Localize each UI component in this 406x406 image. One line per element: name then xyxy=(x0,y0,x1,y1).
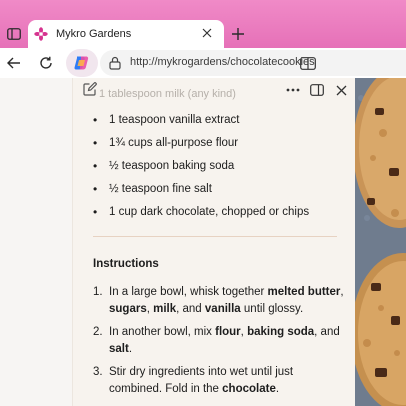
step-text: Stir dry ingredients into wet until just… xyxy=(109,366,294,395)
instructions-list: 1. In a large bowl, whisk together melted… xyxy=(93,284,345,404)
list-item: • ½ teaspoon fine salt xyxy=(93,181,212,196)
instruction-step: 3. Stir dry ingredients into wet until ju… xyxy=(93,364,345,398)
step-number: 3. xyxy=(93,366,103,378)
list-item: • 1¾ cups all-purpose flour xyxy=(93,135,239,150)
tab-strip: Mykro Gardens xyxy=(0,0,406,48)
split-view-icon[interactable] xyxy=(309,82,325,98)
plus-icon xyxy=(232,28,244,40)
step-number: 2. xyxy=(93,326,103,338)
back-arrow-icon xyxy=(7,57,20,69)
close-icon[interactable] xyxy=(200,26,214,40)
cookie-photo xyxy=(353,78,406,406)
flower-icon xyxy=(34,27,48,41)
ingredients-list: • 1 teaspoon vanilla extract • 1¾ cups all… xyxy=(93,108,343,223)
step-text: In a large bowl, whisk together melted b… xyxy=(109,286,344,315)
instruction-step: 1. In a large bowl, whisk together melted… xyxy=(93,284,345,318)
ingredient-text: ½ teaspoon fine salt xyxy=(109,182,212,195)
refresh-button[interactable] xyxy=(36,53,56,73)
lock-icon xyxy=(108,55,122,71)
navigation-toolbar: http://mykrogardens/chocolatecookies xyxy=(0,48,406,79)
list-item: • 1 cup dark chocolate, chopped or chips xyxy=(93,204,310,219)
copilot-icon xyxy=(74,56,89,70)
reader-mode-icon[interactable] xyxy=(300,56,316,70)
copilot-button[interactable] xyxy=(66,49,98,77)
close-icon[interactable] xyxy=(333,82,349,98)
faded-ingredient: 1 tablespoon milk (any kind) xyxy=(99,88,236,100)
refresh-icon xyxy=(40,56,52,69)
ingredient-text: 1 teaspoon vanilla extract xyxy=(109,113,240,126)
copilot-panel: 1 tablespoon milk (any kind) • 1 teaspoon… xyxy=(72,78,355,406)
sidebar-icon xyxy=(7,28,21,40)
new-tab-button[interactable] xyxy=(228,24,248,44)
instruction-step: 2. In another bowl, mix flour, baking sod… xyxy=(93,324,345,358)
list-item: • 1 teaspoon vanilla extract xyxy=(93,112,240,127)
step-text: In another bowl, mix flour, baking soda,… xyxy=(109,326,340,355)
tab-title: Mykro Gardens xyxy=(56,28,132,40)
step-number: 1. xyxy=(93,286,103,298)
ingredient-text: 1¾ cups all-purpose flour xyxy=(109,136,239,149)
url-text: http://mykrogardens/chocolatecookies xyxy=(130,56,315,68)
edit-icon[interactable] xyxy=(83,82,99,98)
divider xyxy=(93,236,337,237)
instructions-heading: Instructions xyxy=(93,258,159,270)
ingredient-text: ½ teaspoon baking soda xyxy=(109,159,235,172)
list-item: • ½ teaspoon baking soda xyxy=(93,158,235,173)
back-button[interactable] xyxy=(4,53,24,73)
more-icon[interactable] xyxy=(285,82,301,98)
browser-tab[interactable]: Mykro Gardens xyxy=(28,20,224,48)
ingredient-text: 1 cup dark chocolate, chopped or chips xyxy=(109,205,310,218)
sidebar-toggle-button[interactable] xyxy=(0,20,28,48)
address-bar[interactable]: http://mykrogardens/chocolatecookies xyxy=(100,50,406,76)
